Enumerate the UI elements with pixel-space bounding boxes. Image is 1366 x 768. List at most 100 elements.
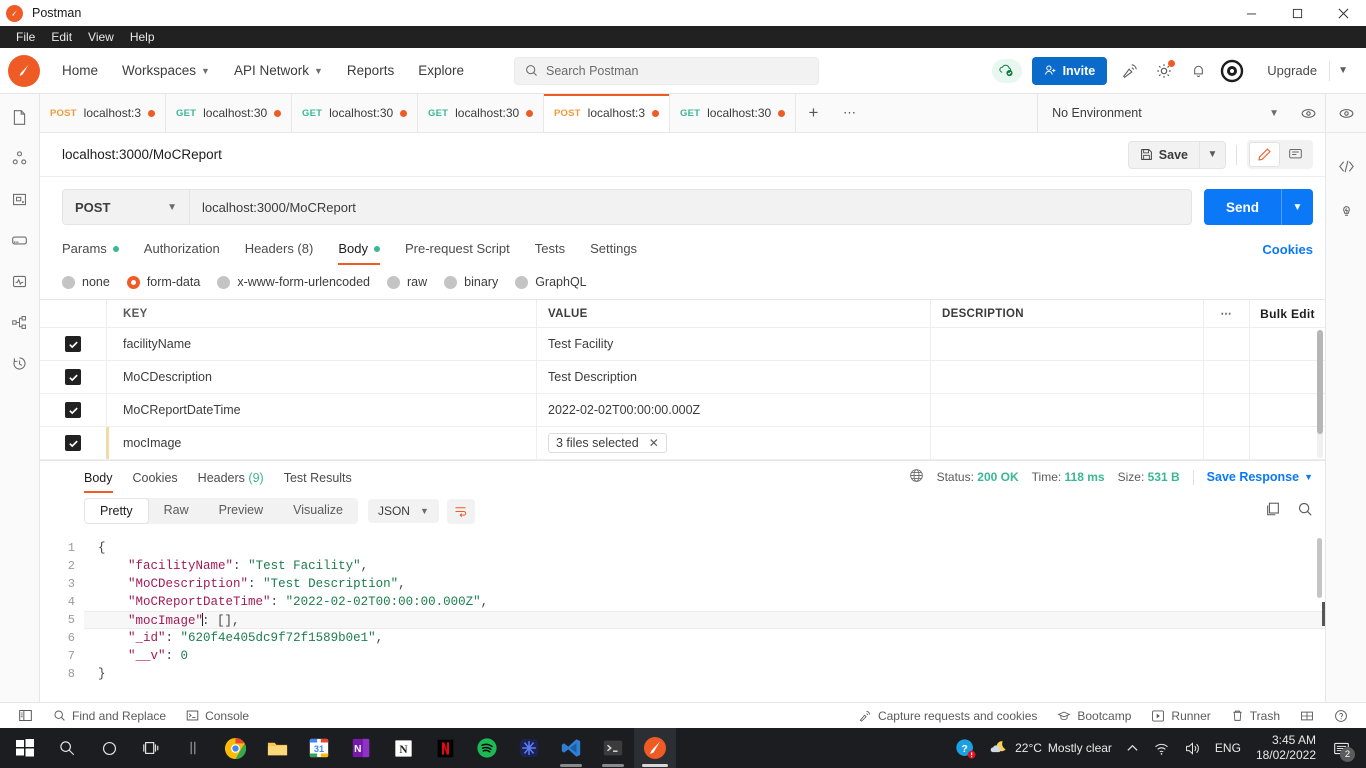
row-checkbox-cell[interactable] [40,369,106,385]
format-raw-button[interactable]: Raw [149,498,204,524]
format-preview-button[interactable]: Preview [204,498,278,524]
search-input[interactable]: Search Postman [513,56,819,85]
request-tab[interactable]: POST localhost:3000... [40,94,166,132]
save-options-chevron-down-icon[interactable]: ▼ [1199,140,1226,169]
json-code-lines[interactable]: { "facilityName": "Test Facility", "MoCD… [84,530,1325,702]
menu-view[interactable]: View [80,28,122,46]
row-description[interactable] [930,394,1203,426]
weather-widget[interactable]: 22°C Mostly clear [982,738,1119,758]
tab-tests[interactable]: Tests [535,235,565,265]
table-options-button[interactable]: ⋯ [1203,300,1249,327]
find-and-replace-button[interactable]: Find and Replace [43,709,176,723]
nav-workspaces[interactable]: Workspaces ▼ [110,57,222,84]
row-value-files[interactable]: 3 files selected ✕ [536,427,930,459]
row-value[interactable]: Test Description [536,361,930,393]
clock[interactable]: 3:45 AM 18/02/2022 [1248,733,1324,763]
tab-body[interactable]: Body [338,235,380,265]
cookies-link[interactable]: Cookies [1262,242,1313,265]
account-avatar-icon[interactable] [1217,56,1247,86]
file-explorer-button[interactable] [256,728,298,768]
nav-explore[interactable]: Explore [406,57,476,84]
chrome-button[interactable] [214,728,256,768]
security-alert-icon[interactable]: ? [948,728,982,768]
bulk-edit-button[interactable]: Bulk Edit [1249,300,1325,327]
info-bulb-icon[interactable] [1335,199,1357,221]
format-visualize-button[interactable]: Visualize [278,498,358,524]
file-chip[interactable]: 3 files selected ✕ [548,433,667,453]
start-button[interactable] [4,728,46,768]
url-input[interactable]: localhost:3000/MoCReport [190,189,1192,225]
close-button[interactable] [1320,0,1366,26]
tab-options-button[interactable]: ⋯ [832,94,868,132]
satellite-icon[interactable] [1115,56,1145,86]
widgets-button[interactable] [172,728,214,768]
row-description[interactable] [930,361,1203,393]
trash-button[interactable]: Trash [1221,709,1290,723]
help-icon[interactable] [1324,709,1358,723]
minimize-button[interactable] [1228,0,1274,26]
send-options-chevron-down-icon[interactable]: ▼ [1281,189,1313,225]
send-button[interactable]: Send [1203,189,1281,225]
checkbox-checked-icon[interactable] [65,336,81,352]
checkbox-checked-icon[interactable] [65,369,81,385]
sidebar-toggle-icon[interactable] [8,708,43,723]
runner-button[interactable]: Runner [1141,709,1220,723]
code-snippet-icon[interactable] [1335,155,1357,177]
cortana-button[interactable] [88,728,130,768]
row-key[interactable]: facilityName [106,328,536,360]
vscode-button[interactable] [550,728,592,768]
tray-expand-chevron-up-icon[interactable] [1119,742,1146,755]
body-type-binary[interactable]: binary [444,275,498,289]
request-tab[interactable]: GET localhost:3000/... [166,94,292,132]
row-key[interactable]: mocImage [106,427,536,459]
response-body-viewer[interactable]: 1 2 3 4 5 6 7 8 { "facilityName": "Test … [40,530,1325,702]
http-method-select[interactable]: POST ▼ [62,189,190,225]
tab-params[interactable]: Params [62,235,119,265]
language-indicator[interactable]: ENG [1208,741,1248,755]
notion-button[interactable]: N [382,728,424,768]
upgrade-button[interactable]: Upgrade [1255,58,1329,83]
edit-mode-pencil-icon[interactable] [1249,142,1280,167]
body-type-raw[interactable]: raw [387,275,427,289]
row-description[interactable] [930,427,1203,459]
nav-home[interactable]: Home [50,57,110,84]
wifi-icon[interactable] [1146,740,1177,757]
menu-help[interactable]: Help [122,28,163,46]
checkbox-checked-icon[interactable] [65,402,81,418]
environment-quick-look-icon[interactable] [1291,105,1325,122]
notifications-bell-icon[interactable] [1183,56,1213,86]
layout-icon[interactable] [1290,709,1324,723]
request-title[interactable]: localhost:3000/MoCReport [62,147,222,162]
environment-quick-look-eye-icon[interactable] [1326,94,1366,133]
volume-icon[interactable] [1177,740,1208,757]
tab-authorization[interactable]: Authorization [144,235,220,265]
row-description[interactable] [930,328,1203,360]
request-tab[interactable]: GET localhost:3000/... [670,94,796,132]
request-tab[interactable]: GET localhost:3000/... [292,94,418,132]
body-type-none[interactable]: none [62,275,110,289]
environment-value[interactable]: No Environment [1052,106,1257,120]
body-type-graphql[interactable]: GraphQL [515,275,587,289]
nav-api-network[interactable]: API Network ▼ [222,57,335,84]
history-icon[interactable] [9,352,31,374]
new-tab-button[interactable]: + [796,94,832,132]
terminal-button[interactable] [592,728,634,768]
body-type-form-data[interactable]: form-data [126,275,200,289]
save-button[interactable]: Save [1127,140,1199,169]
sync-status-icon[interactable] [991,58,1022,83]
menu-edit[interactable]: Edit [43,28,80,46]
notification-center-button[interactable]: 2 [1324,728,1358,768]
search-icon[interactable] [1297,501,1313,522]
word-wrap-icon[interactable] [446,498,475,524]
settings-gear-icon[interactable] [1149,56,1179,86]
row-value[interactable]: 2022-02-02T00:00:00.000Z [536,394,930,426]
format-pretty-button[interactable]: Pretty [84,498,149,524]
response-language-select[interactable]: JSON ▼ [367,499,439,523]
tab-pre-request-script[interactable]: Pre-request Script [405,235,510,265]
monitors-icon[interactable] [9,270,31,292]
bootcamp-button[interactable]: Bootcamp [1047,709,1141,723]
response-tab-body[interactable]: Body [84,467,113,493]
row-key[interactable]: MoCReportDateTime [106,394,536,426]
postman-button[interactable] [634,728,676,768]
invite-button[interactable]: Invite [1031,56,1108,85]
